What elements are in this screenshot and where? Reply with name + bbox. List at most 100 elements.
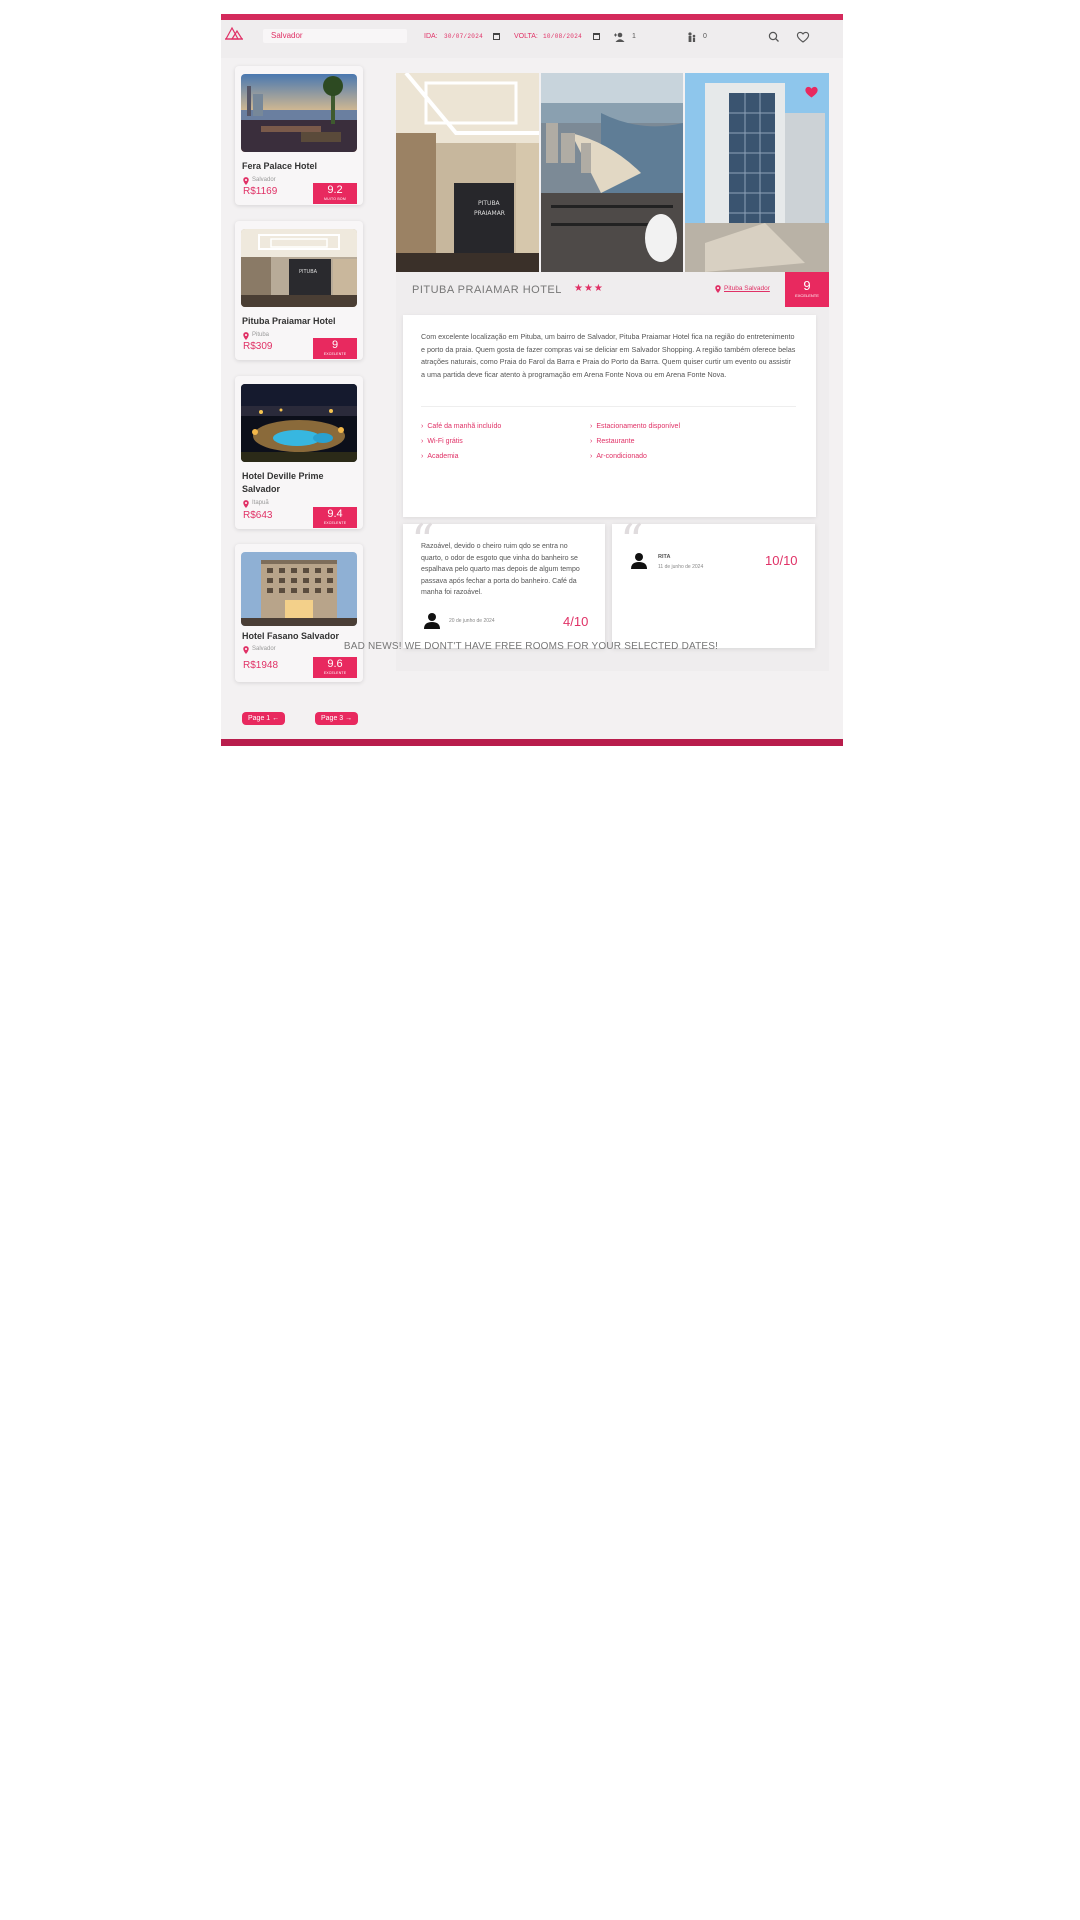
- location-link[interactable]: Pituba Salvador: [724, 285, 770, 292]
- svg-text:PRAIAMAR: PRAIAMAR: [474, 210, 505, 217]
- amenity-label: Estacionamento disponível: [596, 423, 681, 430]
- amenity-label: Café da manhã incluído: [427, 423, 502, 430]
- score-badge: 9 EXCELENTE: [785, 272, 829, 307]
- hotel-photo[interactable]: [241, 384, 357, 462]
- bottom-accent-bar: [221, 739, 843, 746]
- hotel-title: PITUBA PRAIAMAR HOTEL: [412, 284, 562, 296]
- hotel-card[interactable]: Hotel Deville Prime Salvador Itapuã R$64…: [235, 376, 363, 529]
- amenity-label: Restaurante: [596, 438, 635, 445]
- amenity-item: › Restaurante: [590, 438, 634, 445]
- calendar-icon[interactable]: [593, 33, 600, 40]
- hotel-price: R$1169: [243, 186, 278, 197]
- hotel-location: Salvador: [252, 177, 276, 183]
- gallery-photo[interactable]: [685, 73, 829, 272]
- children-icon[interactable]: [687, 32, 697, 42]
- amenity-item: › Ar-condicionado: [590, 453, 647, 460]
- hotel-price: R$643: [243, 510, 273, 521]
- score-value: 9: [803, 278, 811, 293]
- star-rating: ★★★: [574, 283, 604, 294]
- location-pin-icon: [243, 332, 249, 340]
- hotel-photo[interactable]: [241, 74, 357, 152]
- score-badge: 9.4 EXCELENTE: [313, 507, 357, 528]
- add-adult-icon[interactable]: [614, 32, 626, 42]
- hotel-card[interactable]: Fera Palace Hotel Salvador R$1169 9.2 MU…: [235, 66, 363, 205]
- score-label: MUITO BOM: [324, 197, 346, 201]
- amenity-label: Wi-Fi grátis: [427, 438, 463, 445]
- heart-icon[interactable]: [796, 30, 810, 44]
- app-frame: Salvador IDA: 30/07/2024 VOLTA: 10/08/20…: [221, 14, 843, 746]
- hotel-photo[interactable]: [241, 552, 357, 626]
- search-icon[interactable]: [767, 30, 781, 44]
- score-badge: 9.6 EXCELENTE: [313, 657, 357, 678]
- description-card: Com excelente localização em Pituba, um …: [403, 315, 816, 517]
- user-icon: [631, 553, 647, 569]
- user-icon: [424, 613, 440, 629]
- hotel-location: Pituba: [252, 332, 270, 338]
- review-score: 4/10: [563, 614, 589, 629]
- prev-page-label: Page 1: [248, 715, 271, 722]
- amenity-item: › Estacionamento disponível: [590, 423, 680, 430]
- next-page-button[interactable]: Page 3 →: [315, 712, 359, 725]
- gallery-photo[interactable]: [541, 73, 683, 272]
- chevron-right-icon: ›: [421, 453, 424, 460]
- chevron-right-icon: ›: [590, 423, 593, 430]
- amenity-label: Ar-condicionado: [596, 453, 647, 460]
- score-value: 9.2: [327, 184, 343, 196]
- hotel-title-row: PITUBA PRAIAMAR HOTEL ★★★ Pituba Salvado…: [396, 272, 829, 307]
- review-date: 20 de junho de 2024: [449, 618, 495, 624]
- chevron-right-icon: ›: [421, 438, 424, 445]
- score-value: 9.4: [327, 508, 343, 520]
- arrow-left-icon: ←: [272, 715, 280, 722]
- adults-count[interactable]: 1: [632, 33, 636, 40]
- score-badge: 9.2 MUITO BOM: [313, 183, 357, 204]
- next-page-label: Page 3: [321, 715, 344, 722]
- volta-date-input[interactable]: 10/08/2024: [543, 33, 582, 40]
- hotel-description: Com excelente localização em Pituba, um …: [421, 332, 796, 379]
- chevron-right-icon: ›: [590, 453, 593, 460]
- hotel-card[interactable]: Hotel Fasano Salvador Salvador R$1948 9.…: [235, 544, 363, 682]
- prev-page-button[interactable]: Page 1 ←: [242, 712, 286, 725]
- chevron-right-icon: ›: [590, 438, 593, 445]
- amenity-item: › Academia: [421, 453, 458, 460]
- review-text: Razoável, devido o cheiro ruim qdo se en…: [421, 543, 580, 596]
- logo-icon[interactable]: [225, 26, 243, 40]
- hotel-content: Com excelente localização em Pituba, um …: [396, 307, 829, 671]
- volta-label: VOLTA:: [514, 33, 538, 40]
- score-value: 9.6: [327, 658, 343, 670]
- destination-input[interactable]: Salvador: [263, 29, 407, 43]
- hotel-price: R$1948: [243, 660, 279, 671]
- svg-text:PITUBA: PITUBA: [299, 269, 318, 275]
- search-header: Salvador IDA: 30/07/2024 VOLTA: 10/08/20…: [221, 20, 843, 58]
- gallery-photo[interactable]: PITUBA PRAIAMAR: [396, 73, 539, 272]
- score-label: EXCELENTE: [323, 521, 347, 525]
- hotel-location: Itapuã: [252, 500, 269, 506]
- score-label: EXCELENTE: [323, 671, 347, 675]
- hotel-price: R$309: [243, 341, 273, 352]
- hotel-card[interactable]: PITUBA Pituba Praiamar Hotel Pituba R$30…: [235, 221, 363, 360]
- calendar-icon[interactable]: [493, 33, 500, 40]
- favorite-heart-icon[interactable]: [804, 85, 819, 98]
- hotel-photo[interactable]: PITUBA: [241, 229, 357, 307]
- hotel-name[interactable]: Hotel Deville Prime Salvador: [242, 470, 352, 496]
- reviewer-name: RITA: [658, 554, 671, 560]
- location-pin-icon: [243, 177, 249, 185]
- score-badge: 9 EXCELENTE: [313, 338, 357, 359]
- hotel-name[interactable]: Fera Palace Hotel: [242, 160, 352, 173]
- arrow-right-icon: →: [345, 715, 353, 722]
- divider: [421, 406, 796, 407]
- location-pin-icon: [243, 500, 249, 508]
- chevron-right-icon: ›: [421, 423, 424, 430]
- score-label: EXCELENTE: [323, 352, 347, 356]
- ida-label: IDA:: [424, 33, 438, 40]
- children-count[interactable]: 0: [703, 33, 707, 40]
- review-card: “ RITA 11 de junho de 2024 10/10: [612, 518, 815, 648]
- score-label: EXCELENTE: [795, 293, 819, 298]
- ida-date-input[interactable]: 30/07/2024: [444, 33, 483, 40]
- amenity-item: › Wi-Fi grátis: [421, 438, 463, 445]
- no-rooms-message: BAD NEWS! WE DONT'T HAVE FREE ROOMS FOR …: [343, 641, 719, 652]
- review-score: 10/10: [765, 553, 798, 568]
- score-value: 9: [331, 339, 339, 351]
- amenity-item: › Café da manhã incluído: [421, 423, 501, 430]
- hotel-name[interactable]: Pituba Praiamar Hotel: [242, 315, 352, 328]
- svg-text:PITUBA: PITUBA: [478, 200, 501, 207]
